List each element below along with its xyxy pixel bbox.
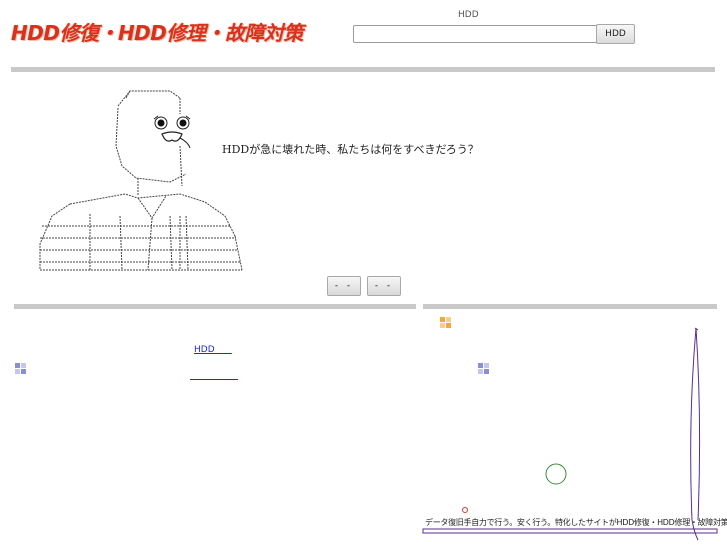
link-underline[interactable] (190, 379, 238, 380)
search-input[interactable] (353, 25, 598, 43)
search-caption: HDD (458, 10, 479, 20)
site-logo[interactable]: HDD修復・HDD修理・故障対策 (11, 17, 303, 46)
hdd-link[interactable]: HDD (194, 345, 232, 355)
divider-bar-left (14, 304, 416, 309)
grid-icon (15, 363, 26, 374)
divider-bar-top (11, 67, 715, 72)
decorative-lines (422, 327, 718, 541)
next-button[interactable]: - - (367, 276, 401, 296)
headline: HDDが急に壊れた時、私たちは何をすべきだろう？ (222, 143, 479, 156)
footer-tagline: データ復旧手自力で行う。安く行う。特化したサイトがHDD修復・HDD修理・故障対… (425, 518, 727, 527)
caption-marks-icon (478, 21, 490, 36)
search-button[interactable]: HDD (596, 24, 635, 44)
prev-button[interactable]: - - (327, 276, 361, 296)
ascii-art-figure (39, 90, 243, 271)
divider-bar-right (423, 304, 717, 309)
